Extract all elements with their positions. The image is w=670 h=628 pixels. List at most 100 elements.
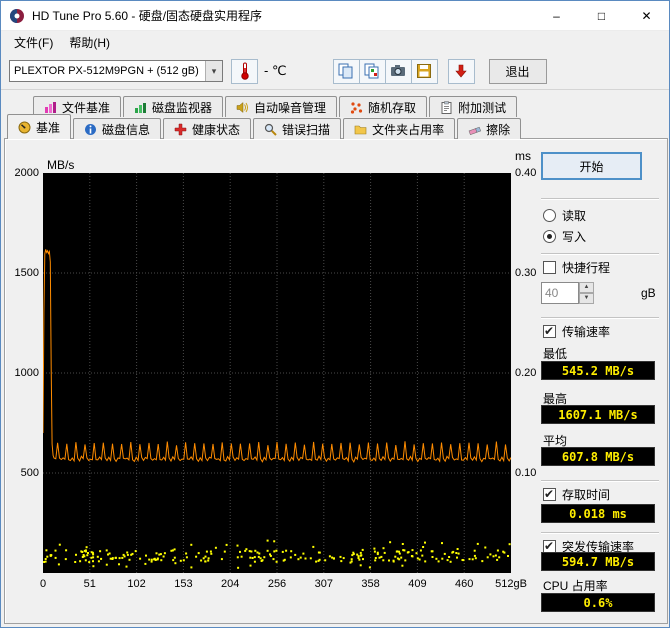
x-axis-tick-label: 102	[127, 578, 146, 590]
radio-read-label: 读取	[562, 209, 587, 223]
tab-label: 磁盘信息	[102, 122, 151, 137]
tab-error-scan[interactable]: 错误扫描	[253, 118, 342, 139]
exit-button[interactable]: 退出	[488, 58, 547, 84]
copy-image-icon	[364, 63, 379, 79]
short-stroke-unit: gB	[641, 286, 656, 300]
x-axis-tick-label: 153	[174, 578, 193, 590]
title-bar: HD Tune Pro 5.60 - 硬盘/固态硬盘实用程序 – □ ✕	[1, 1, 669, 31]
maximize-button[interactable]: □	[579, 1, 624, 31]
download-arrow-icon	[455, 64, 467, 78]
transfer-rate-checkbox[interactable]	[543, 324, 556, 338]
tab-health[interactable]: 健康状态	[163, 118, 252, 139]
menu-bar: 文件(F) 帮助(H)	[1, 32, 669, 53]
x-axis-tick-label: 0	[39, 578, 47, 590]
menu-file[interactable]: 文件(F)	[7, 32, 60, 53]
x-axis-tick-label: 409	[408, 578, 427, 590]
camera-icon	[391, 65, 406, 76]
tab-disk-info[interactable]: 磁盘信息	[73, 118, 162, 139]
y-axis-tick-label: 0.40	[515, 167, 537, 179]
tab-label: 健康状态	[192, 122, 241, 137]
copy-image-button[interactable]	[358, 58, 386, 84]
tab-label: 自动噪音管理	[254, 100, 327, 115]
short-stroke-row[interactable]: 快捷行程	[543, 259, 610, 276]
minimize-button[interactable]: –	[534, 1, 579, 31]
temperature-value: - ℃	[264, 63, 287, 78]
separator	[541, 480, 659, 482]
eraser-icon	[468, 126, 482, 135]
chevron-down-icon: ▾	[205, 61, 222, 81]
toolbar-button-group	[332, 58, 438, 84]
cpu-usage-value: 0.6%	[541, 593, 655, 612]
radio-write-row[interactable]: 写入	[543, 228, 586, 245]
x-axis-ticks: 0 51 102 153 204 256 307 358 409 460 512gB	[39, 578, 527, 592]
y-axis-tick-label: 1000	[14, 367, 39, 379]
avg-value: 607.8 MB/s	[541, 447, 655, 466]
save-screenshot-button[interactable]	[410, 58, 438, 84]
x-axis-tick-label: 51	[83, 578, 96, 590]
toolbar: PLEXTOR PX-512M9PGN + (512 gB) ▾ - ℃ 退出	[1, 53, 669, 90]
short-stroke-input[interactable]	[541, 282, 579, 304]
separator	[541, 532, 659, 534]
access-time-row[interactable]: 存取时间	[543, 486, 610, 503]
y-axis-tick-label: 0.10	[515, 467, 537, 479]
access-time-label: 存取时间	[562, 488, 611, 502]
x-axis-tick-label: 256	[267, 578, 287, 590]
separator	[541, 198, 659, 200]
tab-label: 错误扫描	[282, 122, 331, 137]
left-axis-ticks: 2000 1500 1000 500	[7, 167, 39, 573]
min-label: 最低	[543, 347, 568, 361]
close-button[interactable]: ✕	[624, 1, 669, 31]
y-axis-tick-label: 2000	[14, 167, 39, 179]
tab-label: 磁盘监视器	[152, 100, 213, 115]
access-time-checkbox[interactable]	[543, 487, 556, 501]
screenshot-button[interactable]	[384, 58, 412, 84]
radio-read[interactable]	[543, 209, 556, 222]
tab-folder-usage[interactable]: 文件夹占用率	[343, 118, 456, 139]
disk-monitor-icon	[135, 102, 147, 113]
tab-label: 擦除	[486, 122, 511, 137]
transfer-rate-label: 传输速率	[562, 325, 611, 339]
y-axis-tick-label: 0.20	[515, 367, 537, 379]
thermometer-icon	[240, 62, 249, 80]
radio-read-row[interactable]: 读取	[543, 207, 586, 224]
right-axis-unit: ms	[515, 149, 531, 163]
tab-erase[interactable]: 擦除	[457, 118, 522, 139]
speaker-icon	[236, 101, 249, 113]
info-icon	[85, 123, 97, 135]
copy-text-button[interactable]	[332, 58, 360, 84]
start-button[interactable]: 开始	[541, 152, 642, 180]
y-axis-tick-label: 500	[20, 467, 39, 479]
y-axis-tick-label: 1500	[14, 267, 39, 279]
drive-select[interactable]: PLEXTOR PX-512M9PGN + (512 gB) ▾	[9, 60, 223, 82]
benchmark-chart	[43, 173, 511, 573]
spin-down-icon[interactable]: ▼	[579, 293, 594, 304]
max-value: 1607.1 MB/s	[541, 405, 655, 424]
separator	[541, 253, 659, 255]
health-cross-icon	[174, 123, 187, 135]
menu-help[interactable]: 帮助(H)	[62, 32, 117, 53]
benchmark-plot	[43, 173, 511, 573]
clipboard-icon	[441, 100, 452, 114]
short-stroke-stepper: ▲ ▼	[541, 282, 594, 304]
random-access-icon	[350, 101, 363, 114]
transfer-rate-row[interactable]: 传输速率	[543, 323, 610, 340]
tab-label: 基准	[36, 120, 61, 135]
temperature-button[interactable]	[231, 58, 258, 84]
left-axis-unit: MB/s	[47, 158, 75, 172]
drive-select-value: PLEXTOR PX-512M9PGN + (512 gB)	[14, 65, 199, 77]
radio-write[interactable]	[543, 230, 556, 243]
update-check-button[interactable]	[447, 58, 475, 84]
short-stroke-checkbox[interactable]	[543, 261, 556, 274]
tab-label: 随机存取	[368, 100, 417, 115]
x-axis-tick-label: 204	[221, 578, 240, 590]
x-axis-tick-label: 460	[455, 578, 474, 590]
cpu-usage-label: CPU 占用率	[543, 579, 608, 593]
access-time-value: 0.018 ms	[541, 504, 655, 523]
tab-label: 文件基准	[62, 100, 111, 115]
tab-label: 附加测试	[458, 100, 507, 115]
tab-label: 文件夹占用率	[372, 122, 445, 137]
separator	[541, 317, 659, 319]
tab-benchmark[interactable]: 基准	[7, 114, 72, 139]
spin-up-icon[interactable]: ▲	[579, 282, 594, 293]
x-axis-tick-label: 358	[361, 578, 380, 590]
